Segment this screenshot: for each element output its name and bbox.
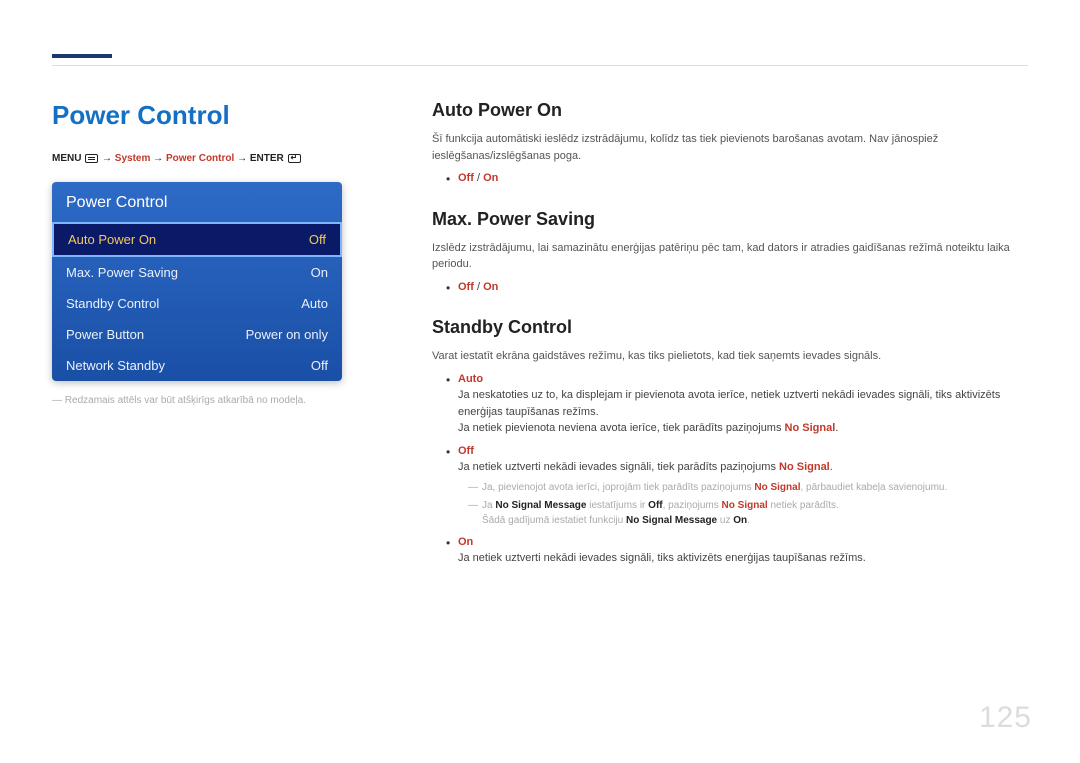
sub-note-list: Ja, pievienojot avota ierīci, joprojām t… xyxy=(458,480,1028,528)
option-item: AutoJa neskatoties uz to, ka displejam i… xyxy=(446,371,1028,437)
osd-row[interactable]: Standby Control Auto xyxy=(52,288,342,319)
section-heading: Auto Power On xyxy=(432,100,1028,121)
osd-row-value: Auto xyxy=(301,296,328,311)
sub-note: Ja No Signal Message iestatījums ir Off,… xyxy=(468,498,1028,528)
osd-row[interactable]: Max. Power Saving On xyxy=(52,257,342,288)
enter-icon xyxy=(288,154,301,163)
page-number: 125 xyxy=(979,701,1032,735)
osd-row[interactable]: Network Standby Off xyxy=(52,350,342,381)
breadcrumb-system: System xyxy=(115,153,151,164)
left-column: Power Control MENU → System → Power Cont… xyxy=(52,100,392,573)
image-caption: Redzamais attēls var būt atšķirīgs atkar… xyxy=(52,395,392,406)
sub-note: Ja, pievienojot avota ierīci, joprojām t… xyxy=(468,480,1028,495)
osd-row-value: On xyxy=(311,265,328,280)
accent-bar xyxy=(52,54,112,58)
options-list: AutoJa neskatoties uz to, ka displejam i… xyxy=(432,371,1028,567)
osd-row-label: Max. Power Saving xyxy=(66,265,178,280)
option-item: OnJa netiek uztverti nekādi ievades sign… xyxy=(446,534,1028,567)
breadcrumb: MENU → System → Power Control → ENTER xyxy=(52,153,392,164)
section-body: Šī funkcija automātiski ieslēdz izstrādā… xyxy=(432,131,1028,164)
right-column: Auto Power On Šī funkcija automātiski ies… xyxy=(432,100,1028,573)
osd-row-value: Off xyxy=(311,358,328,373)
osd-row-value: Off xyxy=(309,232,326,247)
osd-title: Power Control xyxy=(52,182,342,222)
section: Auto Power On Šī funkcija automātiski ies… xyxy=(432,100,1028,187)
section: Max. Power Saving Izslēdz izstrādājumu, l… xyxy=(432,209,1028,296)
osd-row-label: Power Button xyxy=(66,327,144,342)
breadcrumb-menu: MENU xyxy=(52,153,81,164)
section: Standby Control Varat iestatīt ekrāna gai… xyxy=(432,317,1028,567)
section-heading: Standby Control xyxy=(432,317,1028,338)
osd-row[interactable]: Power Button Power on only xyxy=(52,319,342,350)
osd-row-label: Auto Power On xyxy=(68,232,156,247)
option-item: Off / On xyxy=(446,170,1028,187)
breadcrumb-enter: ENTER xyxy=(250,153,284,164)
section-heading: Max. Power Saving xyxy=(432,209,1028,230)
section-body: Izslēdz izstrādājumu, lai samazinātu ene… xyxy=(432,240,1028,273)
options-list: Off / On xyxy=(432,170,1028,187)
option-item: OffJa netiek uztverti nekādi ievades sig… xyxy=(446,443,1028,528)
osd-row-label: Network Standby xyxy=(66,358,165,373)
option-item: Off / On xyxy=(446,279,1028,296)
breadcrumb-power-control: Power Control xyxy=(166,153,234,164)
osd-row-label: Standby Control xyxy=(66,296,159,311)
osd-panel: Power Control Auto Power On Off Max. Power… xyxy=(52,182,342,381)
breadcrumb-arrow: → xyxy=(102,153,115,164)
page-title: Power Control xyxy=(52,100,392,131)
divider xyxy=(52,65,1028,66)
breadcrumb-arrow: → xyxy=(237,153,250,164)
options-list: Off / On xyxy=(432,279,1028,296)
osd-row[interactable]: Auto Power On Off xyxy=(52,222,342,257)
section-body: Varat iestatīt ekrāna gaidstāves režīmu,… xyxy=(432,348,1028,365)
menu-icon xyxy=(85,154,98,163)
breadcrumb-arrow: → xyxy=(153,153,166,164)
page-content: Power Control MENU → System → Power Cont… xyxy=(52,100,1028,573)
osd-row-value: Power on only xyxy=(246,327,328,342)
